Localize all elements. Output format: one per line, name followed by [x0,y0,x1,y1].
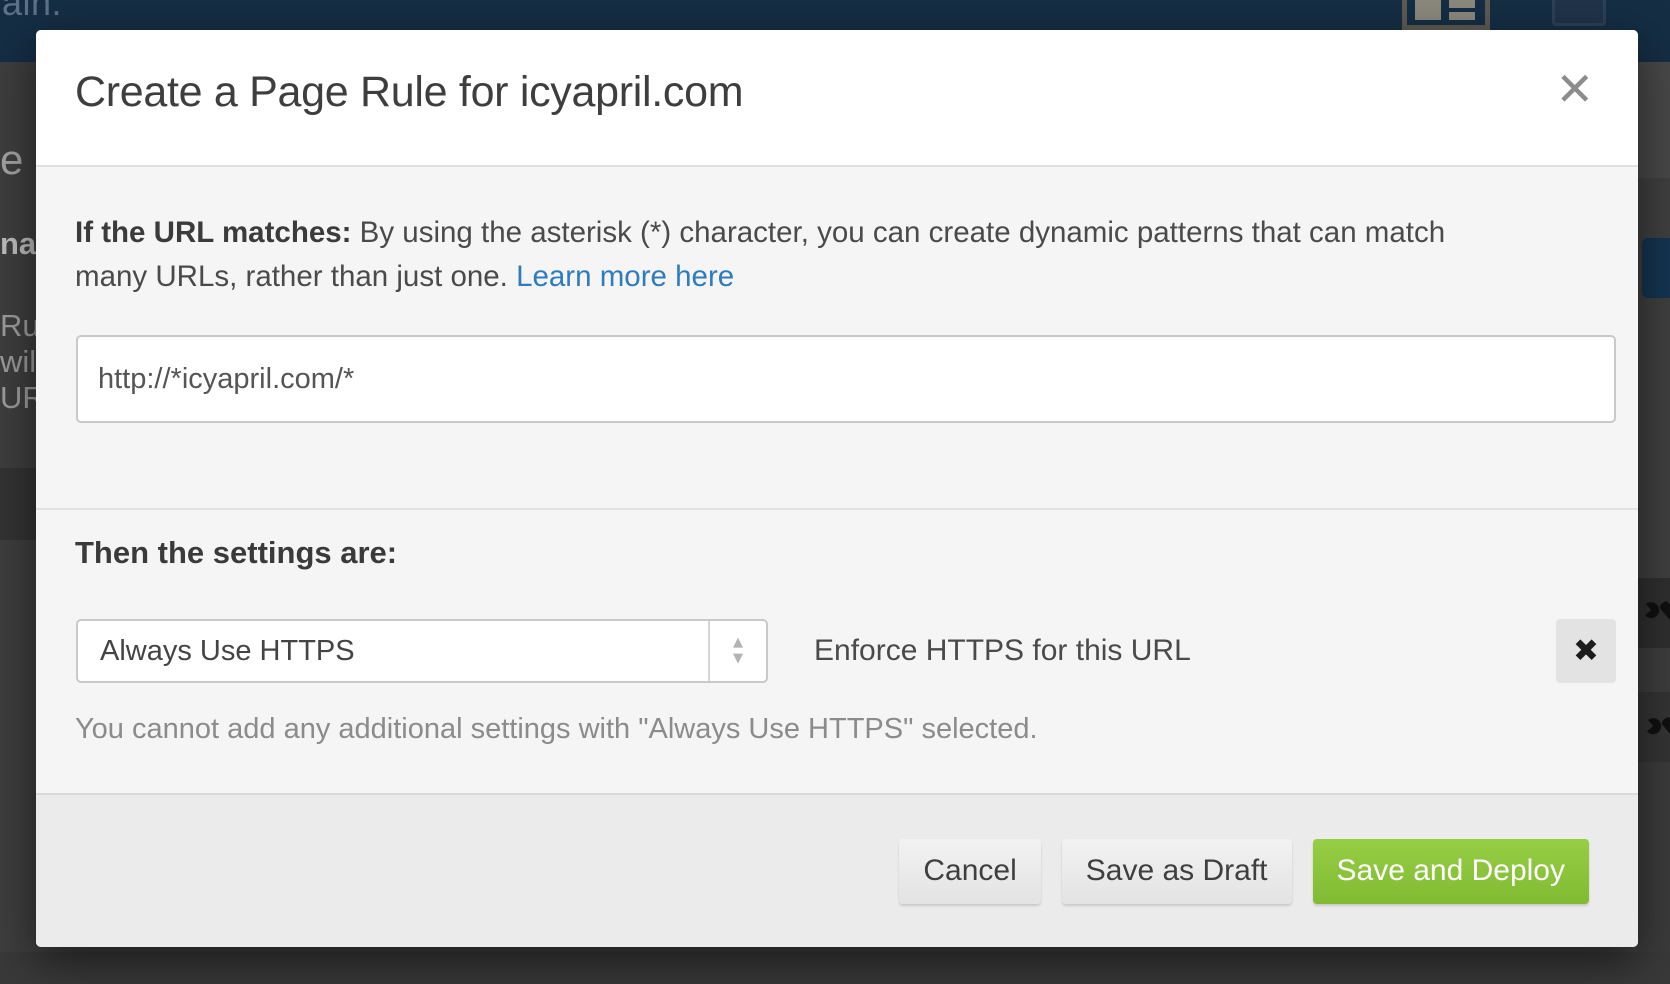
learn-more-link[interactable]: Learn more here [516,260,734,293]
setting-note: You cannot add any additional settings w… [75,713,1038,746]
header-text-fragment: ain. [2,0,62,24]
chevron-up-icon: ▲ [733,635,743,651]
section-divider [36,508,1638,510]
close-icon[interactable]: ✕ [1555,66,1594,112]
backdrop-button-fragment [1642,238,1670,298]
create-page-rule-modal: Create a Page Rule for icyapril.com ✕ If… [36,30,1638,947]
setting-select[interactable]: Always Use HTTPS ▲ ▼ [76,619,768,683]
url-match-label: If the URL matches: [75,216,351,249]
backdrop-text-fragment: will [0,344,36,380]
modal-body: If the URL matches: By using the asteris… [36,167,1638,793]
url-pattern-input[interactable] [76,335,1616,423]
select-spinner[interactable]: ▲ ▼ [708,621,766,681]
news-icon-line [1449,12,1475,20]
setting-row: Always Use HTTPS ▲ ▼ Enforce HTTPS for t… [36,619,1638,683]
chevron-down-icon: ▼ [733,651,743,667]
url-match-text-line1: By using the asterisk (*) character, you… [351,216,1445,249]
remove-setting-button[interactable]: ✖ [1556,619,1616,683]
save-and-deploy-button[interactable]: Save and Deploy [1313,839,1590,904]
cancel-button[interactable]: Cancel [899,839,1040,904]
backdrop-table-header [0,468,36,540]
save-as-draft-button[interactable]: Save as Draft [1062,839,1292,904]
settings-heading: Then the settings are: [75,535,397,571]
news-icon-block [1415,0,1441,20]
backdrop-text-fragment: nav [0,226,36,262]
url-match-description: If the URL matches: By using the asteris… [75,211,1595,299]
modal-footer: Cancel Save as Draft Save and Deploy [36,793,1638,947]
news-icon-line [1449,0,1475,8]
page-overlay-left: e nav Ru will UR [0,62,36,984]
header-app-icon [1552,0,1606,26]
modal-header: Create a Page Rule for icyapril.com ✕ [36,30,1638,167]
page-overlay-bottom [0,952,1670,984]
news-icon [1402,0,1490,30]
setting-select-value: Always Use HTTPS [78,621,708,681]
remove-setting-icon: ✖ [1573,633,1599,669]
setting-description: Enforce HTTPS for this URL [814,619,1191,683]
backdrop-text-fragment: UR [0,380,36,416]
url-match-text-line2: many URLs, rather than just one. [75,260,516,293]
backdrop-text-fragment: Ru [0,308,36,344]
backdrop-text-fragment: e [0,136,23,184]
page-overlay-right [1638,62,1670,984]
modal-title: Create a Page Rule for icyapril.com [75,68,743,117]
